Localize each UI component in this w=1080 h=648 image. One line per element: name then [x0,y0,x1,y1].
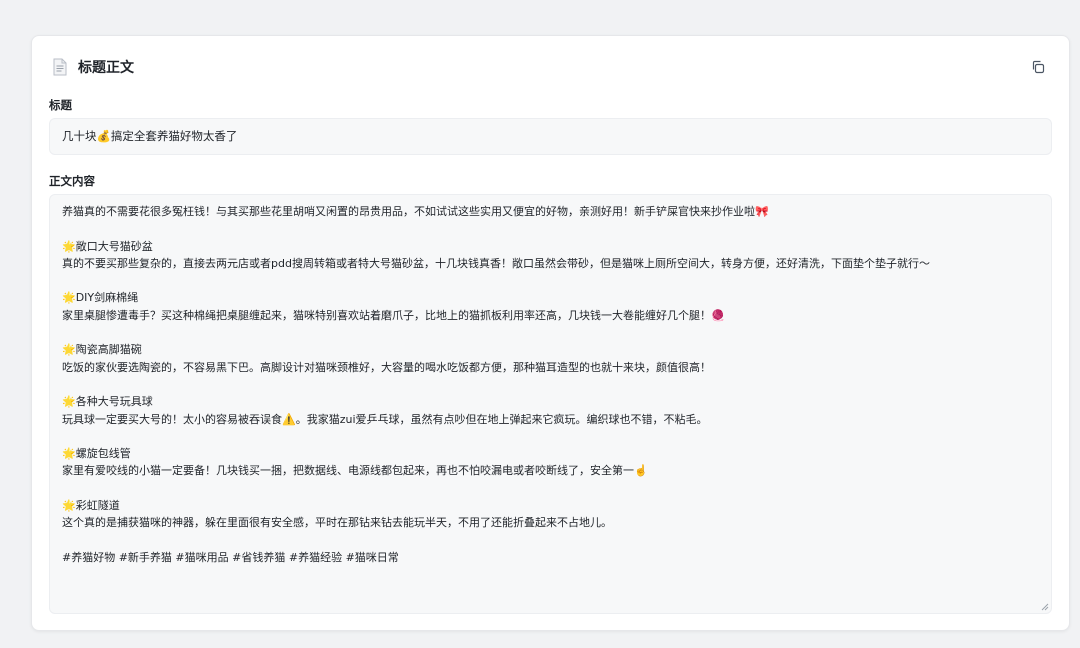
card-header: 标题正文 [52,56,1049,78]
copy-icon [1032,60,1045,74]
body-line: 🌟敞口大号猫砂盆 [62,239,153,253]
body-line: 玩具球一定要买大号的！太小的容易被吞误食⚠️。我家猫zui爱乒乓球，虽然有点吵但… [62,412,708,426]
body-line: 🌟DIY剑麻棉绳 [62,291,139,305]
card-title: 标题正文 [78,60,134,76]
document-icon [52,58,68,76]
body-line: 这个真的是捕获猫咪的神器，躲在里面很有安全感，平时在那钻来钻去能玩半天，不用了还… [62,516,612,530]
body-line: 真的不要买那些复杂的，直接去两元店或者pdd搜周转箱或者特大号猫砂盆，十几块钱真… [62,256,930,270]
title-body-card: 标题正文 标题 几十块💰搞定全套养猫好物太香了 正文内容 养猫真的不需要花很多冤… [31,35,1070,631]
body-line: 🌟螺旋包线管 [62,447,131,461]
resize-handle-icon[interactable] [1041,603,1049,611]
body-line: 🌟各种大号玩具球 [62,395,153,409]
body-line: 家里桌腿惨遭毒手？买这种棉绳把桌腿缠起来，猫咪特别喜欢站着磨爪子，比地上的猫抓板… [62,308,725,322]
body-label: 正文内容 [49,174,95,188]
body-line: 🌟陶瓷高脚猫碗 [62,343,142,357]
body-line: #养猫好物 #新手养猫 #猫咪用品 #省钱养猫 #养猫经验 #猫咪日常 [62,550,399,564]
body-line: 🌟彩虹隧道 [62,499,120,513]
body-textarea[interactable]: 养猫真的不需要花很多冤枉钱！与其买那些花里胡哨又闲置的昂贵用品，不如试试这些实用… [49,194,1052,614]
body-line: 养猫真的不需要花很多冤枉钱！与其买那些花里胡哨又闲置的昂贵用品，不如试试这些实用… [62,205,769,218]
body-line: 家里有爱咬线的小猫一定要备！几块钱买一捆，把数据线、电源线都包起来，再也不怕咬漏… [62,464,648,478]
copy-button[interactable] [1029,58,1047,76]
title-input[interactable]: 几十块💰搞定全套养猫好物太香了 [49,118,1052,155]
title-label: 标题 [49,98,72,112]
body-line: 吃饭的家伙要选陶瓷的，不容易黑下巴。高脚设计对猫咪颈椎好，大容量的喝水吃饭都方便… [62,360,711,374]
